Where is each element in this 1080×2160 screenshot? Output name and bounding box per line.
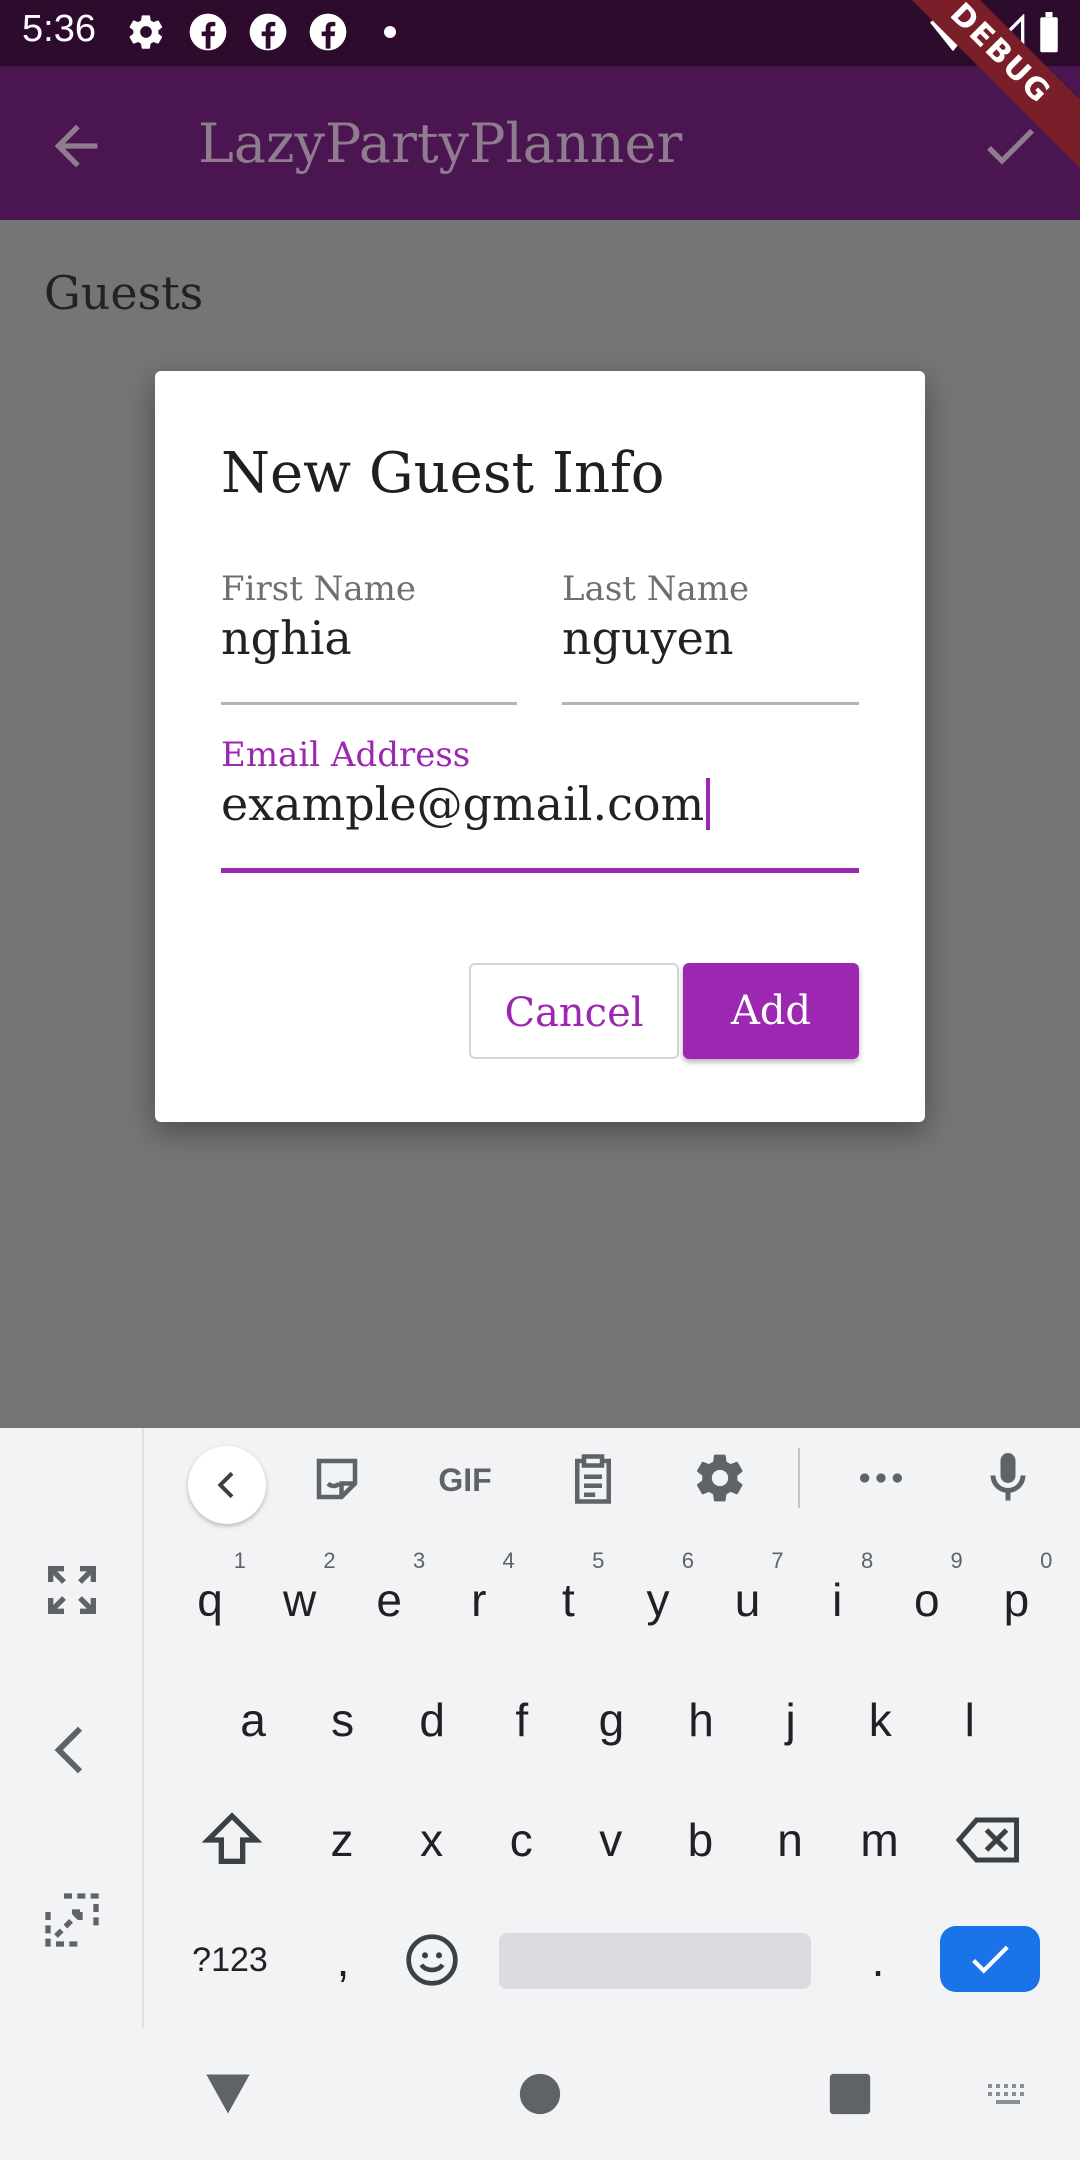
comma-key[interactable]: , xyxy=(303,1910,383,2010)
back-arrow-icon[interactable] xyxy=(44,114,108,178)
backspace-icon[interactable] xyxy=(956,1810,1022,1870)
email-value: example@gmail.com xyxy=(221,777,705,831)
new-guest-dialog: New Guest Info First Name nghia Last Nam… xyxy=(155,371,925,1122)
key-hint: 2 xyxy=(323,1548,336,1573)
email-value-row: example@gmail.com xyxy=(221,777,859,831)
last-name-field[interactable]: Last Name nguyen xyxy=(562,569,859,705)
settings-gear-icon[interactable] xyxy=(692,1450,748,1506)
key-z[interactable]: z xyxy=(302,1790,382,1890)
shift-icon[interactable] xyxy=(200,1808,264,1872)
key-h[interactable]: h xyxy=(661,1670,741,1770)
floating-keyboard-icon[interactable] xyxy=(40,1888,104,1952)
key-w[interactable]: w2 xyxy=(260,1550,340,1650)
cancel-button[interactable]: Cancel xyxy=(469,963,679,1059)
last-name-value: nguyen xyxy=(562,611,734,665)
key-i[interactable]: i8 xyxy=(797,1550,877,1650)
key-v[interactable]: v xyxy=(571,1790,651,1890)
toolbar-divider xyxy=(798,1448,800,1508)
key-g[interactable]: g xyxy=(571,1670,651,1770)
key-hint: 6 xyxy=(681,1548,694,1573)
key-k[interactable]: k xyxy=(840,1670,920,1770)
key-hint: 0 xyxy=(1040,1548,1053,1573)
app-title: LazyPartyPlanner xyxy=(198,112,683,175)
battery-icon xyxy=(1040,12,1058,53)
more-options-icon[interactable] xyxy=(852,1450,910,1506)
status-bar: 5:36 xyxy=(0,0,1080,66)
first-name-value: nghia xyxy=(221,611,352,665)
symbols-key[interactable]: ?123 xyxy=(185,1910,275,2010)
first-name-field[interactable]: First Name nghia xyxy=(221,569,517,705)
key-e[interactable]: e3 xyxy=(349,1550,429,1650)
key-r[interactable]: r4 xyxy=(439,1550,519,1650)
enter-key[interactable] xyxy=(940,1926,1040,1992)
key-n[interactable]: n xyxy=(750,1790,830,1890)
key-p[interactable]: p0 xyxy=(976,1550,1056,1650)
nav-home-icon[interactable] xyxy=(518,2072,562,2116)
keyboard-switch-icon[interactable] xyxy=(984,2080,1032,2112)
first-name-underline xyxy=(221,702,517,705)
key-x[interactable]: x xyxy=(392,1790,472,1890)
microphone-icon[interactable] xyxy=(978,1448,1038,1508)
system-nav-bar xyxy=(0,2028,1080,2160)
toolbar-collapse-button[interactable] xyxy=(188,1446,266,1524)
key-f[interactable]: f xyxy=(482,1670,562,1770)
key-hint: 1 xyxy=(233,1548,246,1573)
key-q[interactable]: q1 xyxy=(170,1550,250,1650)
facebook-icon xyxy=(249,13,287,51)
key-hint: 5 xyxy=(592,1548,605,1573)
key-d[interactable]: d xyxy=(392,1670,472,1770)
last-name-label: Last Name xyxy=(562,569,750,609)
facebook-icon xyxy=(309,13,347,51)
key-o[interactable]: o9 xyxy=(887,1550,967,1650)
nav-back-icon[interactable] xyxy=(202,2070,254,2118)
keyboard-side-panel xyxy=(0,1428,144,2028)
email-label: Email Address xyxy=(221,735,471,775)
guests-heading: Guests xyxy=(44,266,204,320)
status-time: 5:36 xyxy=(22,8,96,50)
nav-recents-icon[interactable] xyxy=(828,2072,872,2116)
email-field[interactable]: Email Address example@gmail.com xyxy=(221,735,859,873)
app-bar: LazyPartyPlanner xyxy=(0,66,1080,220)
key-hint: 7 xyxy=(771,1548,784,1573)
soft-keyboard: GIF q1w2e3r4t5y6u7i8o9p0 asdfghjkl zxcvbnm… xyxy=(0,1428,1080,2028)
key-b[interactable]: b xyxy=(660,1790,740,1890)
settings-gear-icon xyxy=(129,15,163,49)
key-hint: 8 xyxy=(860,1548,874,1573)
key-s[interactable]: s xyxy=(303,1670,383,1770)
key-hint: 3 xyxy=(412,1548,426,1573)
period-key[interactable]: . xyxy=(838,1910,918,2010)
key-j[interactable]: j xyxy=(751,1670,831,1770)
expand-keyboard-icon[interactable] xyxy=(40,1558,104,1622)
dialog-title: New Guest Info xyxy=(221,441,665,506)
add-button[interactable]: Add xyxy=(683,963,859,1059)
clipboard-icon[interactable] xyxy=(566,1450,620,1508)
space-key[interactable] xyxy=(499,1933,811,1989)
key-y[interactable]: y6 xyxy=(618,1550,698,1650)
check-icon xyxy=(972,1945,1009,1974)
key-m[interactable]: m xyxy=(840,1790,920,1890)
facebook-icon xyxy=(189,13,227,51)
key-hint: 4 xyxy=(502,1548,515,1573)
gif-button[interactable]: GIF xyxy=(430,1458,500,1502)
last-name-underline xyxy=(562,702,859,705)
email-underline xyxy=(221,868,859,873)
key-t[interactable]: t5 xyxy=(528,1550,608,1650)
confirm-check-icon[interactable] xyxy=(978,114,1042,178)
sticker-icon[interactable] xyxy=(310,1452,364,1506)
text-cursor xyxy=(706,778,711,830)
first-name-label: First Name xyxy=(221,569,417,609)
chevron-left-icon xyxy=(217,1471,234,1499)
key-u[interactable]: u7 xyxy=(708,1550,788,1650)
emoji-icon[interactable] xyxy=(404,1932,460,1988)
chevron-left-icon[interactable] xyxy=(40,1718,104,1782)
key-a[interactable]: a xyxy=(213,1670,293,1770)
key-c[interactable]: c xyxy=(481,1790,561,1890)
key-hint: 9 xyxy=(950,1548,963,1573)
key-l[interactable]: l xyxy=(930,1670,1010,1770)
notification-dot-icon xyxy=(384,26,396,38)
